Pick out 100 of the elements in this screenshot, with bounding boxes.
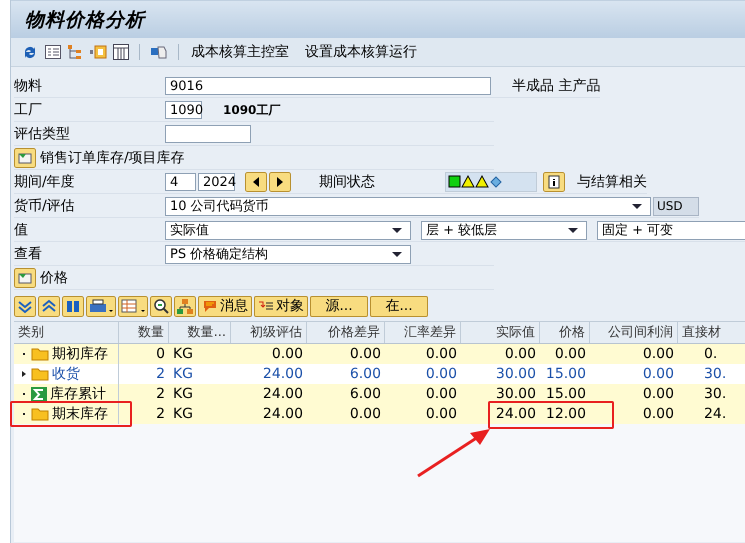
folder-icon xyxy=(31,407,49,421)
table-cell-text: 24.00 xyxy=(262,405,304,424)
table-cell-text: 0.00 xyxy=(424,405,458,424)
table-cell-text: 30.00 xyxy=(494,365,537,384)
field-label: 查看 xyxy=(14,245,43,263)
table-row[interactable]: 期末库存 2 KG 24.00 0.00 0.00 24.00 12.00 0.00 24. xyxy=(14,404,745,424)
column-header[interactable]: 类别 xyxy=(14,322,119,343)
table-row[interactable]: 库存累计 2 KG 24.00 6.00 0.00 30.00 15.00 0.00 30. xyxy=(14,384,745,404)
grid-toolbar-button[interactable]: 消息 xyxy=(198,296,252,316)
table-cell-text: 0.00 xyxy=(424,345,458,364)
table-cell-text: KG xyxy=(172,365,194,384)
period-status-label: 期间状态 xyxy=(319,173,376,191)
tree-toggle-icon[interactable] xyxy=(14,148,36,168)
folder-icon xyxy=(31,367,49,381)
table-cell-text: 0.00 xyxy=(642,365,675,384)
year-field[interactable]: 2024 xyxy=(198,173,235,191)
table-cell-text: KG xyxy=(172,345,194,364)
table-cell-text: 15.00 xyxy=(544,385,587,404)
sales-order-stock-label: 销售订单库存/项目库存 xyxy=(40,149,185,167)
field-label: 值 xyxy=(14,221,29,239)
period-field[interactable]: 4 xyxy=(165,173,196,191)
column-header[interactable]: 初级评估 xyxy=(231,322,307,343)
valuation-type-field[interactable] xyxy=(165,125,251,143)
table-cell-text: 30. xyxy=(703,385,728,404)
field-label: 评估类型 xyxy=(14,125,71,143)
table-cell-text: 24.00 xyxy=(494,405,537,424)
category-label: 期初库存 xyxy=(52,345,108,364)
columns-icon[interactable] xyxy=(113,44,129,60)
grid-toolbar-button[interactable]: 在... xyxy=(370,296,428,316)
tree-icon[interactable] xyxy=(67,44,83,60)
next-icon[interactable] xyxy=(269,172,291,192)
table-cell-text: 0.00 xyxy=(424,385,458,404)
table-cell-text: 0.00 xyxy=(270,345,304,364)
table-cell-text: 30.00 xyxy=(494,385,537,404)
column-header[interactable]: 直接材 xyxy=(678,322,738,343)
print-icon[interactable] xyxy=(86,296,116,316)
table-cell-text: 0.00 xyxy=(504,345,537,364)
grid-toolbar-button[interactable]: 源... xyxy=(310,296,368,316)
table-row[interactable]: 期初库存 0 KG 0.00 0.00 0.00 0.00 0.00 0.00 0. xyxy=(14,344,745,364)
previous-icon[interactable] xyxy=(245,172,267,192)
table-cell-text: 2 xyxy=(155,385,166,404)
table-cell-text: 6.00 xyxy=(348,385,382,404)
window-title: 物料价格分析 xyxy=(25,8,145,32)
list-icon[interactable] xyxy=(45,45,61,59)
category-label: 库存累计 xyxy=(50,385,106,404)
currency-dropdown[interactable]: 10 公司代码货币 xyxy=(165,196,651,216)
table-cell-text: 24.00 xyxy=(262,365,304,384)
column-header[interactable]: 公司间利润 xyxy=(590,322,678,343)
table-cell-text: 0.00 xyxy=(554,345,587,364)
column-header[interactable]: 汇率差异 xyxy=(385,322,461,343)
expand-icon[interactable] xyxy=(20,370,28,378)
table-cell-text: 24.00 xyxy=(262,385,304,404)
field-label: 物料 xyxy=(14,77,43,95)
folder-icon xyxy=(31,347,49,361)
grid-toolbar-button[interactable]: 对象 xyxy=(254,296,308,316)
table-row[interactable]: 收货 2 KG 24.00 6.00 0.00 30.00 15.00 0.00 30. xyxy=(14,364,745,384)
table-cell-text: 12.00 xyxy=(544,405,587,424)
material-field[interactable]: 9016 xyxy=(165,77,491,95)
zoom-icon[interactable] xyxy=(150,296,172,316)
collapse-all-icon[interactable] xyxy=(38,296,60,316)
level-dropdown[interactable]: 层 + 较低层 xyxy=(421,220,587,240)
component-dropdown[interactable]: 固定 + 可变 xyxy=(597,220,745,240)
price-label: 价格 xyxy=(40,269,68,287)
table-cell-text: 0. xyxy=(703,345,718,364)
sigma-icon xyxy=(31,386,47,402)
table-cell-text: 0 xyxy=(155,345,166,364)
table-cell-text: 2 xyxy=(155,365,166,384)
table-cell-text: 6.00 xyxy=(348,365,382,384)
value-dropdown[interactable]: 实际值 xyxy=(165,220,411,240)
expand-all-icon[interactable] xyxy=(14,296,36,316)
table-cell-text: KG xyxy=(172,385,194,404)
column-header[interactable]: 价格差异 xyxy=(307,322,385,343)
info-icon[interactable] xyxy=(543,172,565,192)
settlement-label: 与结算相关 xyxy=(577,173,647,191)
hierarchy-icon[interactable] xyxy=(174,296,196,316)
table-cell-text: 0.00 xyxy=(348,405,382,424)
plant-field[interactable]: 1090 xyxy=(165,101,202,119)
column-header[interactable]: 实际值 xyxy=(461,322,540,343)
table-cell-text: 0.00 xyxy=(642,385,675,404)
toolbar-button[interactable]: 成本核算主控室 xyxy=(189,43,297,61)
table-cell-text: 0.00 xyxy=(424,365,458,384)
layout-icon[interactable] xyxy=(118,296,148,316)
table-cell-text: 15.00 xyxy=(544,365,587,384)
column-header[interactable]: 价格 xyxy=(540,322,590,343)
field-label: 期间/年度 xyxy=(14,173,76,191)
category-label: 期末库存 xyxy=(52,405,108,424)
toolbar-button[interactable]: 设置成本核算运行 xyxy=(303,43,425,61)
column-header[interactable]: 数量 xyxy=(119,322,169,343)
view-dropdown[interactable]: PS 价格确定结构 xyxy=(165,244,411,264)
table-cell-text: 30. xyxy=(703,365,728,384)
table-cell-text: 2 xyxy=(155,405,166,424)
field-label: 货币/评估 xyxy=(14,197,76,215)
table-cell-text: 0.00 xyxy=(348,345,382,364)
column-header[interactable]: 数量... xyxy=(169,322,231,343)
material-description: 半成品 主产品 xyxy=(512,77,600,95)
tree-toggle-icon[interactable] xyxy=(14,268,36,288)
plant-description: 1090工厂 xyxy=(223,102,280,118)
table-cell-text: 0.00 xyxy=(642,345,675,364)
table-cell-text: 0.00 xyxy=(642,405,675,424)
field-label: 工厂 xyxy=(14,101,43,119)
